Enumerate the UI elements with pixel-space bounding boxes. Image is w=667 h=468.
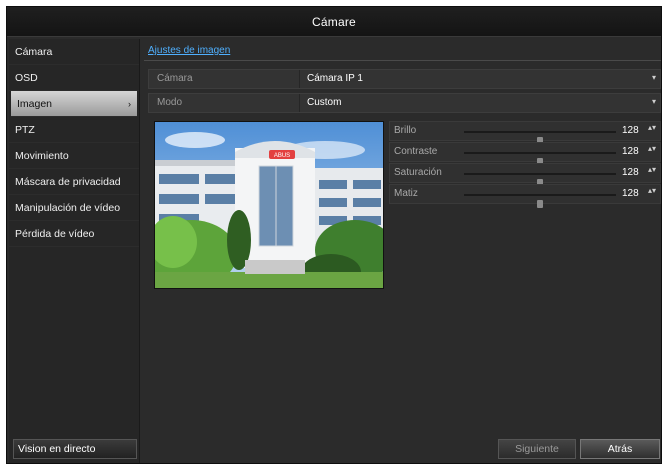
camera-settings-window: Cámare Cámara OSD Imagen › PTZ Movimiento… (6, 6, 662, 464)
sidebar-item-label: Manipulación de vídeo (15, 202, 121, 214)
saturation-value[interactable]: 128 (622, 167, 639, 178)
sidebar-item-label: OSD (15, 72, 38, 84)
chevron-right-icon: › (128, 99, 131, 109)
sidebar-item-label: PTZ (15, 124, 35, 136)
chevron-down-icon: ▾ (651, 73, 656, 82)
mode-select[interactable]: Modo Custom ▾ (148, 93, 661, 113)
sidebar-item-label: Movimiento (15, 150, 69, 162)
live-view-button[interactable]: Vision en directo (13, 439, 137, 459)
building-photo: ABUS (155, 122, 383, 288)
mode-select-label: Modo (157, 97, 183, 108)
hue-label: Matiz (394, 188, 418, 199)
sidebar-item-label: Máscara de privacidad (15, 176, 121, 188)
sidebar-item-osd[interactable]: OSD (9, 65, 139, 91)
contrast-label: Contraste (394, 146, 438, 157)
brightness-label: Brillo (394, 125, 417, 136)
sidebar-item-label: Pérdida de vídeo (15, 228, 95, 240)
main-panel: Ajustes de imagen Cámara Cámara IP 1 ▾ M… (144, 39, 661, 463)
sidebar-item-movimiento[interactable]: Movimiento (9, 143, 139, 169)
sign-logo: ABUS (274, 153, 290, 159)
hue-row: Matiz 128 ▴▾ (389, 184, 661, 208)
slider-thumb[interactable] (537, 200, 543, 208)
sidebar-item-perdida-video[interactable]: Pérdida de vídeo (9, 221, 139, 247)
window-title: Cámare (312, 14, 356, 29)
camera-preview-image: ABUS (154, 121, 384, 289)
spinner-icon[interactable]: ▴▾ (648, 124, 656, 132)
brightness-value[interactable]: 128 (622, 125, 639, 136)
brightness-slider[interactable] (464, 131, 616, 145)
sidebar-item-ptz[interactable]: PTZ (9, 117, 139, 143)
title-bar: Cámare (7, 7, 661, 37)
spinner-icon[interactable]: ▴▾ (648, 145, 656, 153)
spinner-icon[interactable]: ▴▾ (648, 187, 656, 195)
contrast-slider[interactable] (464, 152, 616, 166)
tab-divider (144, 60, 661, 61)
mode-select-value: Custom (307, 97, 342, 108)
sidebar-item-mascara-privacidad[interactable]: Máscara de privacidad (9, 169, 139, 195)
chevron-down-icon: ▾ (651, 97, 656, 106)
sidebar: Cámara OSD Imagen › PTZ Movimiento Máscar… (9, 39, 140, 463)
sidebar-item-camara[interactable]: Cámara (9, 39, 139, 65)
spinner-icon[interactable]: ▴▾ (648, 166, 656, 174)
sidebar-item-imagen[interactable]: Imagen › (11, 91, 137, 117)
back-button[interactable]: Atrás (580, 439, 660, 459)
saturation-label: Saturación (394, 167, 442, 178)
camera-select-value: Cámara IP 1 (307, 73, 363, 84)
sidebar-item-label: Cámara (15, 46, 53, 58)
saturation-slider[interactable] (464, 173, 616, 187)
field-divider (299, 70, 300, 88)
field-divider (299, 94, 300, 112)
sidebar-item-manipulacion-video[interactable]: Manipulación de vídeo (9, 195, 139, 221)
tab-image-settings[interactable]: Ajustes de imagen (148, 45, 230, 56)
hue-value[interactable]: 128 (622, 188, 639, 199)
saturation-row: Saturación 128 ▴▾ (389, 163, 661, 187)
camera-select-label: Cámara (157, 73, 193, 84)
contrast-value[interactable]: 128 (622, 146, 639, 157)
next-button[interactable]: Siguiente (498, 439, 576, 459)
hue-slider[interactable] (464, 194, 616, 208)
brightness-row: Brillo 128 ▴▾ (389, 121, 661, 145)
contrast-row: Contraste 128 ▴▾ (389, 142, 661, 166)
image-adjustments: Brillo 128 ▴▾ Contraste 128 ▴▾ Saturació… (389, 121, 661, 208)
camera-select[interactable]: Cámara Cámara IP 1 ▾ (148, 69, 661, 89)
sidebar-item-label: Imagen (17, 98, 53, 110)
